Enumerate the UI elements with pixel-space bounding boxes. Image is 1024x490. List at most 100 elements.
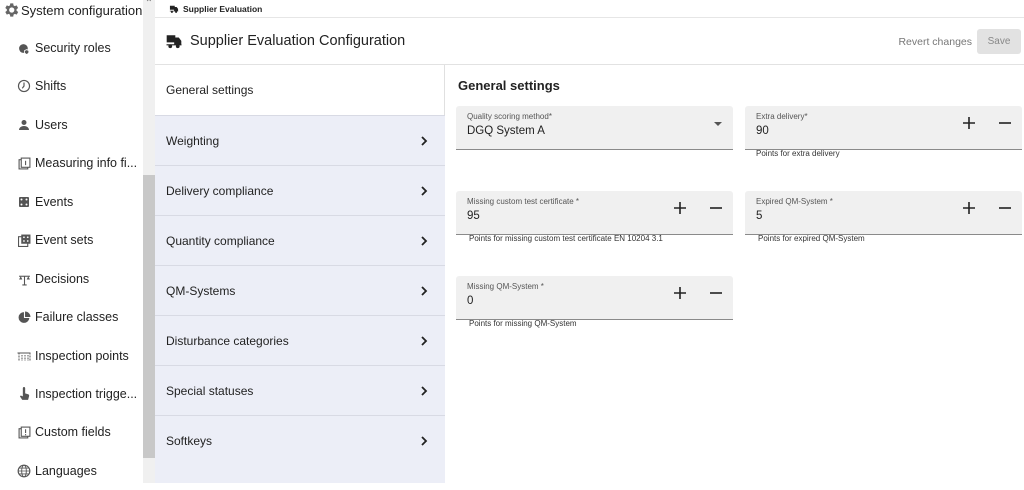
save-button[interactable]: Save bbox=[977, 29, 1021, 54]
nav-item-inspection-points[interactable]: Inspection points bbox=[0, 337, 143, 375]
nav-item-users[interactable]: Users bbox=[0, 106, 143, 144]
scroll-up-arrow-icon[interactable]: ⌃ bbox=[144, 0, 154, 10]
minus-icon[interactable] bbox=[709, 286, 723, 300]
security-roles-icon bbox=[17, 41, 31, 55]
nav-item-measuring-info[interactable]: Measuring info fi... bbox=[0, 144, 143, 182]
user-icon bbox=[17, 118, 31, 132]
nav-item-label: Shifts bbox=[35, 79, 67, 93]
revert-changes-button[interactable]: Revert changes bbox=[898, 30, 972, 54]
plus-icon[interactable] bbox=[962, 201, 976, 215]
decisions-icon bbox=[17, 272, 31, 286]
settings-item-disturbance-categories[interactable]: Disturbance categories bbox=[155, 315, 445, 365]
nav-item-label: Decisions bbox=[35, 272, 90, 286]
expired-qm-system-stepper[interactable]: Expired QM-System * 5 bbox=[745, 191, 1022, 235]
chevron-right-icon bbox=[421, 235, 428, 246]
field-label: Expired QM-System * bbox=[756, 197, 833, 206]
clock-icon bbox=[17, 79, 31, 93]
nav-item-events[interactable]: Events bbox=[0, 183, 143, 221]
nav-header-label: System configuration bbox=[21, 2, 143, 18]
settings-item-label: General settings bbox=[166, 83, 254, 97]
nav-item-label: Languages bbox=[35, 464, 97, 478]
inspection-points-icon bbox=[17, 349, 31, 363]
settings-item-label: Quantity compliance bbox=[166, 233, 275, 248]
globe-icon bbox=[17, 464, 31, 478]
settings-item-general[interactable]: General settings bbox=[155, 65, 445, 115]
dropdown-arrow-icon[interactable] bbox=[713, 121, 723, 127]
nav-item-label: Failure classes bbox=[35, 310, 119, 324]
field-hint: Points for missing QM-System bbox=[469, 319, 577, 328]
side-nav: System configuration Security roles Shif… bbox=[0, 0, 155, 483]
nav-item-label: Custom fields bbox=[35, 425, 111, 439]
nav-scrollbar-thumb[interactable] bbox=[143, 175, 155, 458]
measuring-info-icon bbox=[17, 156, 31, 170]
page-title: Supplier Evaluation Configuration bbox=[190, 33, 406, 49]
settings-item-label: Delivery compliance bbox=[166, 183, 274, 198]
breadcrumb-label[interactable]: Supplier Evaluation bbox=[183, 4, 262, 14]
chevron-right-icon bbox=[421, 135, 428, 146]
field-value[interactable]: 95 bbox=[467, 210, 480, 222]
chevron-right-icon bbox=[421, 435, 428, 446]
settings-item-qm-systems[interactable]: QM-Systems bbox=[155, 265, 445, 315]
minus-icon[interactable] bbox=[998, 116, 1012, 130]
breadcrumb: Supplier Evaluation bbox=[155, 0, 1024, 18]
minus-icon[interactable] bbox=[998, 201, 1012, 215]
field-hint: Points for missing custom test certifica… bbox=[469, 234, 663, 243]
missing-qm-system-stepper[interactable]: Missing QM-System * 0 bbox=[456, 276, 733, 320]
chevron-right-icon bbox=[421, 385, 428, 396]
field-hint: Points for extra delivery bbox=[756, 149, 840, 158]
nav-item-label: Event sets bbox=[35, 233, 94, 247]
settings-item-delivery-compliance[interactable]: Delivery compliance bbox=[155, 165, 445, 215]
pie-chart-icon bbox=[17, 310, 31, 324]
plus-icon[interactable] bbox=[673, 286, 687, 300]
field-label: Quality scoring method* bbox=[467, 112, 552, 121]
field-value[interactable]: 0 bbox=[467, 295, 473, 307]
nav-item-label: Security roles bbox=[35, 41, 111, 55]
nav-item-label: Measuring info fi... bbox=[35, 156, 138, 170]
gear-icon bbox=[5, 3, 19, 17]
nav-item-decisions[interactable]: Decisions bbox=[0, 260, 143, 298]
nav-item-inspection-triggers[interactable]: Inspection trigge... bbox=[0, 375, 143, 413]
chevron-right-icon bbox=[421, 285, 428, 296]
settings-item-label: Weighting bbox=[166, 133, 220, 148]
field-value[interactable]: 5 bbox=[756, 210, 762, 222]
missing-custom-test-certificate-stepper[interactable]: Missing custom test certificate * 95 bbox=[456, 191, 733, 235]
nav-item-label: Users bbox=[35, 118, 68, 132]
settings-item-softkeys[interactable]: Softkeys bbox=[155, 415, 445, 465]
events-icon bbox=[17, 195, 31, 209]
settings-item-special-statuses[interactable]: Special statuses bbox=[155, 365, 445, 415]
settings-item-label: QM-Systems bbox=[166, 283, 236, 298]
settings-item-quantity-compliance[interactable]: Quantity compliance bbox=[155, 215, 445, 265]
nav-item-security-roles[interactable]: Security roles bbox=[0, 29, 143, 67]
field-label: Extra delivery* bbox=[756, 112, 808, 121]
plus-icon[interactable] bbox=[962, 116, 976, 130]
nav-header-system-configuration[interactable]: System configuration bbox=[0, 0, 143, 20]
supplier-truck-icon bbox=[166, 35, 182, 49]
settings-item-weighting[interactable]: Weighting bbox=[155, 115, 445, 165]
quality-scoring-method-select[interactable]: Quality scoring method* DGQ System A bbox=[456, 106, 733, 150]
settings-item-label: Disturbance categories bbox=[166, 333, 289, 348]
page-header: Supplier Evaluation Configuration Revert… bbox=[155, 18, 1024, 65]
nav-item-event-sets[interactable]: Event sets bbox=[0, 221, 143, 259]
event-sets-icon bbox=[17, 233, 31, 247]
nav-item-label: Events bbox=[35, 195, 74, 209]
settings-category-list: General settings Weighting Delivery comp… bbox=[155, 65, 445, 483]
custom-fields-icon bbox=[17, 425, 31, 439]
nav-item-custom-fields[interactable]: Custom fields bbox=[0, 413, 143, 451]
settings-item-label: Softkeys bbox=[166, 433, 213, 448]
chevron-right-icon bbox=[421, 335, 428, 346]
field-value: DGQ System A bbox=[467, 125, 545, 137]
settings-item-label: Special statuses bbox=[166, 383, 254, 398]
field-label: Missing custom test certificate * bbox=[467, 197, 580, 206]
nav-item-failure-classes[interactable]: Failure classes bbox=[0, 298, 143, 336]
nav-item-label: Inspection trigge... bbox=[35, 387, 138, 401]
extra-delivery-stepper[interactable]: Extra delivery* 90 bbox=[745, 106, 1022, 150]
chevron-right-icon bbox=[421, 185, 428, 196]
field-label: Missing QM-System * bbox=[467, 282, 544, 291]
nav-item-languages[interactable]: Languages bbox=[0, 452, 143, 490]
plus-icon[interactable] bbox=[673, 201, 687, 215]
nav-item-shifts[interactable]: Shifts bbox=[0, 67, 143, 105]
field-value[interactable]: 90 bbox=[756, 125, 769, 137]
touch-icon bbox=[17, 387, 31, 401]
minus-icon[interactable] bbox=[709, 201, 723, 215]
supplier-truck-icon bbox=[169, 5, 179, 13]
